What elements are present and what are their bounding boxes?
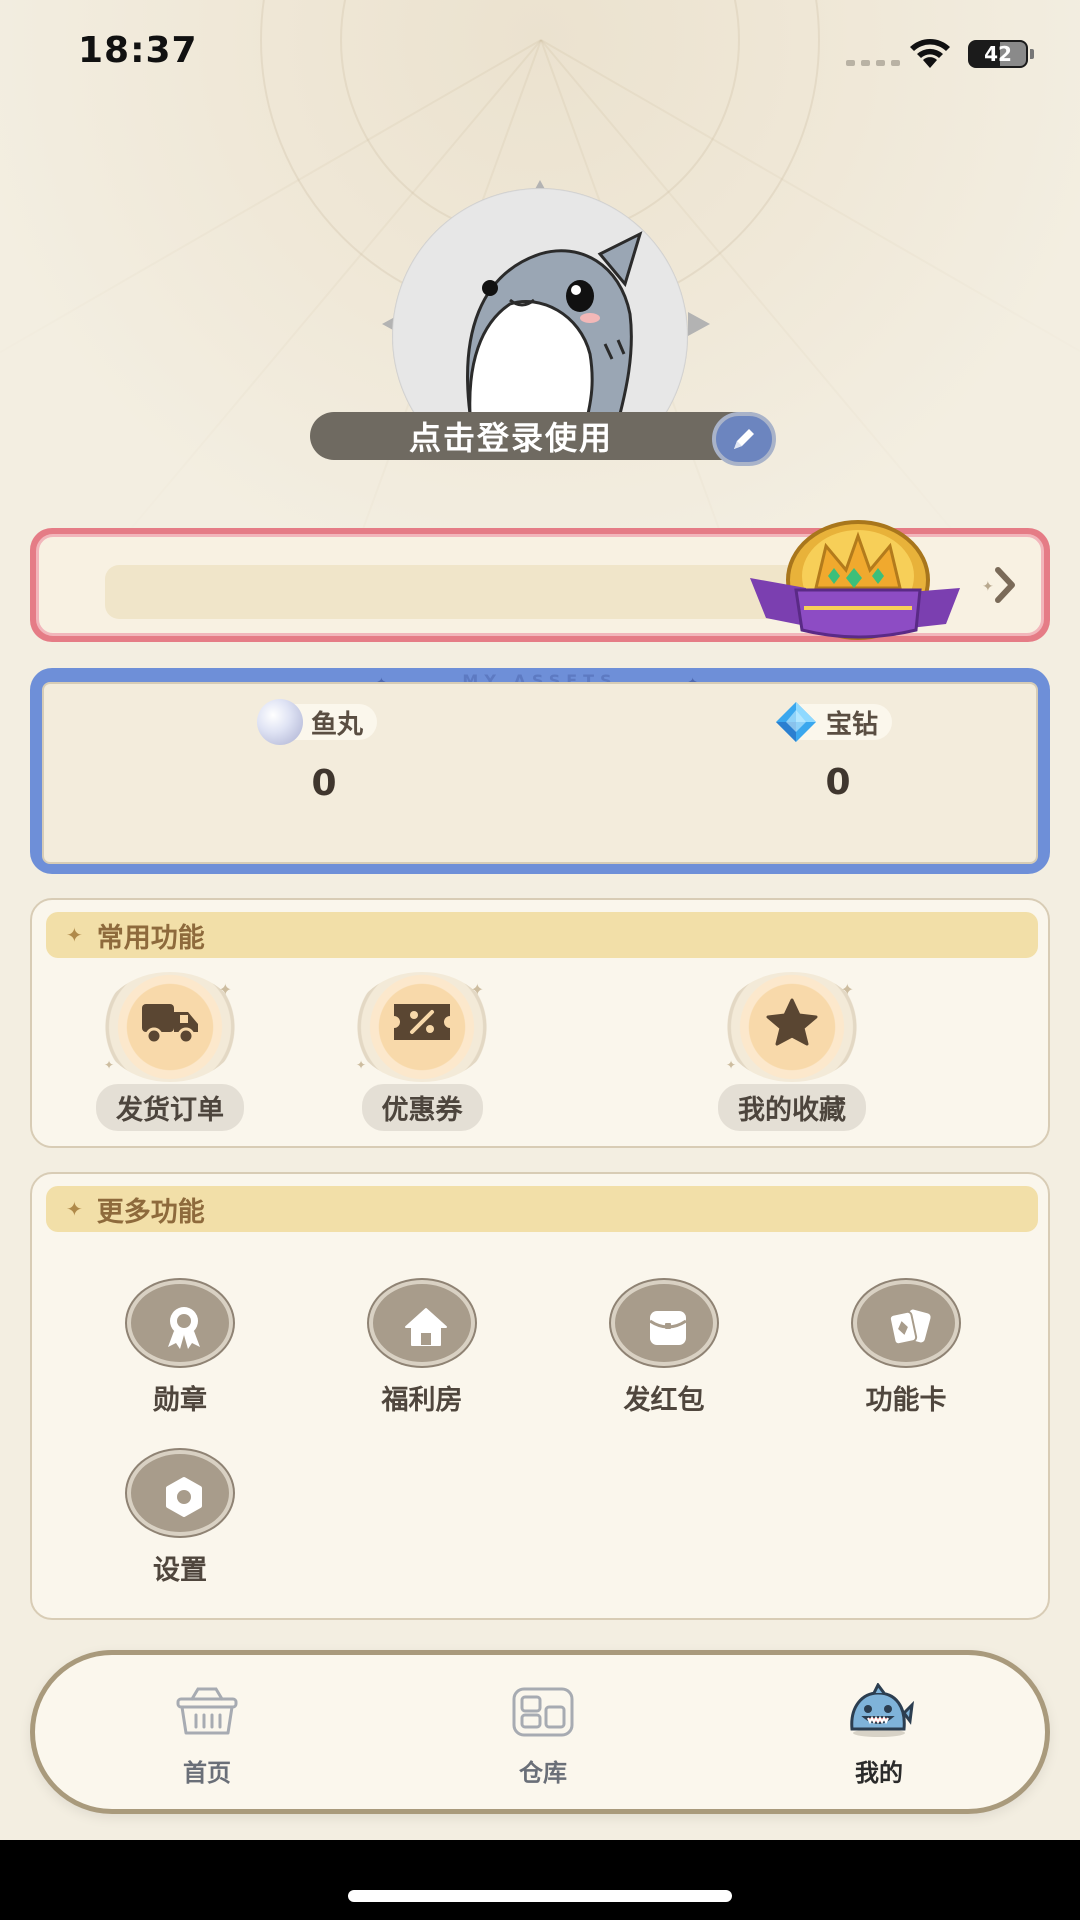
tab-label: 首页	[183, 1759, 231, 1787]
medals-button[interactable]: 勋章	[80, 1280, 280, 1417]
settings-button[interactable]: 设置	[80, 1450, 280, 1587]
sparkle-icon: ✦	[66, 923, 83, 947]
warehouse-icon	[512, 1687, 574, 1737]
avatar[interactable]	[382, 180, 710, 414]
cards-icon	[888, 1309, 931, 1346]
battery-icon: 42	[968, 40, 1034, 68]
crown-badge-icon	[750, 520, 960, 640]
more-item-label: 福利房	[381, 1385, 463, 1416]
svg-text:✦: ✦	[982, 579, 994, 595]
truck-icon	[142, 1004, 198, 1045]
sparkle-icon: ✦	[66, 1197, 83, 1221]
chevron-right-icon[interactable]: ✦	[980, 562, 1026, 608]
tab-home[interactable]: 首页	[107, 1683, 307, 1788]
more-item-label: 发红包	[623, 1385, 705, 1416]
status-time: 18:37	[78, 30, 198, 71]
edit-profile-button[interactable]	[712, 412, 776, 466]
settings-icon	[166, 1477, 202, 1517]
send-red-envelope-button[interactable]: 发红包	[564, 1280, 764, 1417]
tab-mine[interactable]: 我的	[779, 1682, 979, 1788]
coupon-icon	[394, 1004, 450, 1040]
more-item-label: 勋章	[153, 1385, 207, 1416]
more-item-label: 功能卡	[865, 1385, 947, 1416]
asset-fishball[interactable]: 鱼丸 0	[224, 699, 424, 804]
wifi-icon	[910, 39, 950, 68]
status-bar: 18:37 42	[0, 0, 1080, 110]
basket-icon	[176, 1687, 238, 1735]
login-label: 点击登录使用	[408, 419, 613, 457]
star-icon	[766, 998, 818, 1046]
medal-icon	[168, 1307, 200, 1349]
house-icon	[405, 1308, 447, 1346]
tab-label: 仓库	[519, 1759, 567, 1787]
section-header: ✦ 更多功能	[46, 1186, 1038, 1232]
common-item-label: 发货订单	[96, 1084, 244, 1131]
more-item-label: 设置	[153, 1555, 207, 1586]
tab-label: 我的	[855, 1759, 903, 1787]
asset-value: 0	[311, 763, 337, 804]
asset-diamond[interactable]: 宝钻 0	[738, 702, 938, 803]
favorites-button[interactable]: ✦ ✦ 我的收藏	[702, 972, 882, 1131]
shipping-orders-button[interactable]: ✦ ✦ 发货订单	[80, 972, 260, 1131]
battery-level: 42	[984, 42, 1012, 66]
shark-avatar-icon	[466, 231, 643, 414]
login-button[interactable]: 点击登录使用	[310, 412, 772, 460]
more-functions-section: ✦ 更多功能 勋章 福利房 发红包 功能卡 设置	[30, 1172, 1050, 1620]
welfare-room-button[interactable]: 福利房	[322, 1280, 522, 1417]
diamond-icon	[775, 702, 816, 742]
shark-mascot-icon	[850, 1682, 915, 1737]
asset-value: 0	[825, 762, 851, 803]
common-item-label: 我的收藏	[718, 1084, 866, 1131]
section-title: 更多功能	[96, 1196, 205, 1228]
cellular-signal-icon	[846, 60, 900, 66]
my-assets-panel: MY ASSETS 鱼丸 0 宝钻 0	[30, 668, 1050, 874]
asset-label: 鱼丸	[310, 709, 363, 740]
tab-warehouse[interactable]: 仓库	[443, 1683, 643, 1788]
pearl-icon	[256, 699, 303, 745]
common-item-label: 优惠券	[361, 1084, 483, 1131]
vip-progress-bar	[105, 565, 805, 619]
red-envelope-icon	[649, 1311, 687, 1345]
home-indicator[interactable]	[348, 1890, 732, 1902]
coupons-button[interactable]: ✦ ✦ 优惠券	[332, 972, 512, 1131]
section-header: ✦ 常用功能	[46, 912, 1038, 958]
function-cards-button[interactable]: 功能卡	[806, 1280, 1006, 1417]
section-title: 常用功能	[96, 922, 205, 954]
pencil-icon	[734, 429, 754, 449]
system-bottom-bar	[0, 1840, 1080, 1920]
common-functions-section: ✦ 常用功能 ✦ ✦ 发货订单 ✦ ✦ 优惠券 ✦ ✦ 我的收藏	[30, 898, 1050, 1148]
bottom-tab-bar: 首页 仓库 我的	[30, 1650, 1050, 1814]
asset-label: 宝钻	[825, 709, 878, 740]
